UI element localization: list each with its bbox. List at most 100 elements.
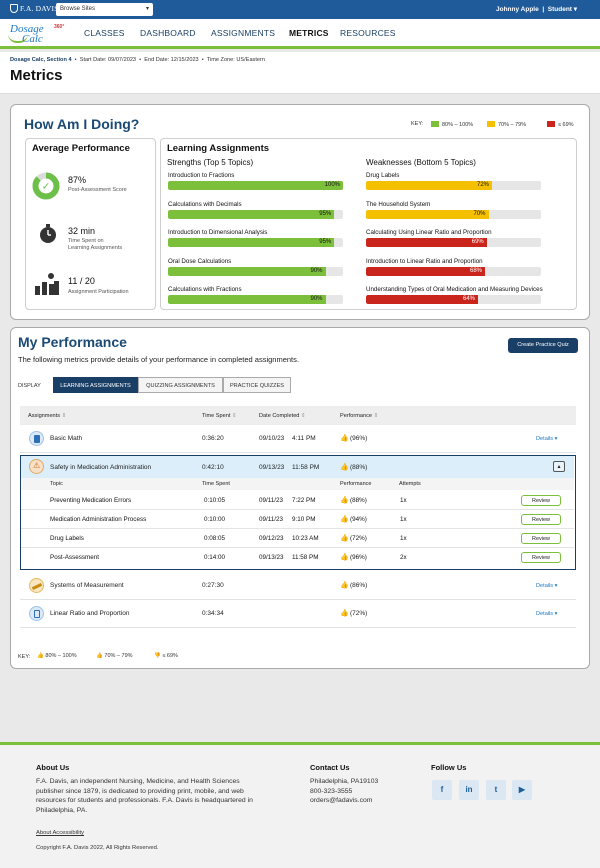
topic-label: Drug Labels (366, 172, 400, 179)
topic-bar-track: 95% (168, 209, 343, 219)
assignment-row-linear-ratio[interactable]: Linear Ratio and Proportion 0:34:34 👍 (7… (20, 600, 576, 628)
col-attempts: Attempts (399, 481, 421, 487)
strengths-title: Strengths (Top 5 Topics) (167, 158, 254, 167)
thumbs-up-yellow-icon: 👍 (96, 653, 103, 659)
assignment-name: Linear Ratio and Proportion (50, 610, 130, 617)
col-topic-performance: Performance (340, 481, 372, 487)
yellow-swatch (487, 121, 495, 127)
twitter-icon[interactable]: t (486, 780, 506, 800)
perf-key-red-label: ≤ 69% (162, 653, 178, 659)
topic-row: Preventing Medication Errors 0:10:05 09/11… (21, 491, 574, 510)
perf-key-green: 👍 80% – 100% (37, 653, 77, 659)
col-time-spent[interactable]: Time Spent ⇕ (202, 413, 237, 419)
topic-bar-fill: 70% (366, 209, 489, 219)
review-button[interactable]: Review (521, 495, 561, 506)
about-line: F.A. Davis, an independent Nursing, Medi… (36, 778, 240, 785)
tab-quizzing-assignments[interactable]: QUIZZING ASSIGNMENTS (138, 377, 223, 393)
sort-icon: ⇕ (231, 413, 237, 419)
assignment-performance: (88%) (350, 464, 368, 471)
topic-clock: 7:22 PM (292, 497, 316, 504)
topic-bar-fill: 68% (366, 266, 485, 276)
assignment-row-systems[interactable]: Systems of Measurement 0:27:30 👍 (86%) D… (20, 572, 576, 600)
topic-bar-fill: 90% (168, 295, 326, 304)
tab-practice-quizzes[interactable]: PRACTICE QUIZZES (223, 377, 291, 393)
key-label: KEY: (411, 121, 424, 127)
facebook-icon[interactable]: f (432, 780, 452, 800)
assignment-date: 09/13/23 (259, 464, 285, 471)
review-button[interactable]: Review (521, 552, 561, 563)
topic-bar-track: 90% (168, 266, 343, 276)
green-swatch (431, 121, 439, 127)
create-practice-quiz-button[interactable]: Create Practice Quiz (508, 338, 578, 353)
topic-date: 09/11/23 (259, 516, 284, 523)
topic-bar-value: 90% (310, 267, 323, 274)
contact-address: Philadelphia, PA19103 (310, 778, 379, 785)
assignment-performance: (86%) (350, 582, 368, 589)
participation-value: 11 / 20 (68, 276, 95, 286)
assignment-row-safety[interactable]: ⚠ Safety in Medication Administration 0:… (21, 456, 574, 478)
perf-key-green-label: 80% – 100% (45, 653, 77, 659)
thumbs-up-icon: 👍 (340, 497, 349, 504)
topic-label: Oral Dose Calculations (168, 257, 232, 265)
topic-bar-value: 100% (324, 182, 340, 188)
details-link[interactable]: Details ▾ (536, 611, 557, 617)
col-topic-time: Time Spent (202, 481, 230, 487)
topic-performance: (96%) (350, 554, 367, 561)
footer: About Us F.A. Davis, an independent Nurs… (0, 742, 600, 868)
topic-performance: (88%) (350, 497, 367, 504)
topic-bar-fill: 69% (366, 238, 487, 247)
assignment-time: 0:27:30 (202, 582, 224, 589)
collapse-button[interactable]: ▴ (553, 461, 565, 472)
thumbs-up-icon: 👍 (340, 435, 349, 442)
topic-label: The Household System (366, 200, 431, 208)
topic-performance: (94%) (350, 516, 367, 523)
topic-bar-value: 68% (469, 267, 482, 274)
weaknesses-title: Weaknesses (Bottom 5 Topics) (366, 158, 476, 167)
nav-dashboard[interactable]: DASHBOARD (140, 28, 196, 38)
browse-sites-select[interactable]: Browse Sites ▾ (56, 3, 153, 16)
review-button[interactable]: Review (521, 533, 561, 544)
topic-label: Introduction to Fractions (168, 172, 235, 179)
contact-phone[interactable]: 800-323-3555 (310, 787, 378, 797)
details-link[interactable]: Details ▾ (536, 436, 557, 442)
sort-icon: ⇕ (61, 413, 67, 419)
perf-key-yellow-label: 70% – 79% (104, 653, 133, 659)
topic-bar-track: 100% (168, 181, 343, 190)
accessibility-link[interactable]: About Accessibility (36, 830, 84, 836)
key-green: 80% – 100% (431, 121, 473, 128)
topic-bar-value: 72% (476, 182, 489, 188)
nav-metrics[interactable]: METRICS (289, 28, 329, 38)
topic-bar-value: 95% (319, 239, 332, 245)
nav-assignments[interactable]: ASSIGNMENTS (211, 28, 275, 38)
dosage-calc-logo[interactable]: Dosage Calc 360° (8, 22, 66, 46)
topic-name: Medication Administration Process (50, 516, 147, 523)
topic-time: 0:10:00 (204, 516, 226, 523)
contact-email[interactable]: orders@fadavis.com (310, 796, 378, 806)
my-performance-description: The following metrics provide details of… (18, 355, 299, 364)
time-zone: Time Zone: US/Eastern (206, 57, 265, 63)
contact-info: Philadelphia, PA19103 800-323-3555 order… (310, 777, 378, 806)
review-button[interactable]: Review (521, 514, 561, 525)
col-performance[interactable]: Performance ⇕ (340, 413, 378, 419)
measurement-icon (29, 578, 44, 593)
linkedin-icon[interactable]: in (459, 780, 479, 800)
youtube-icon[interactable]: ▶ (512, 780, 532, 800)
copyright: Copyright F.A. Davis 2022, All Rights Re… (36, 845, 159, 851)
average-performance-title: Average Performance (32, 143, 130, 154)
col-assignments[interactable]: Assignments ⇕ (28, 413, 66, 419)
details-link[interactable]: Details ▾ (536, 583, 557, 589)
post-assessment-label: Post-Assessment Score (68, 187, 127, 193)
assignment-row-basic-math[interactable]: Basic Math 0:36:20 09/10/23 4:11 PM 👍 (9… (20, 425, 576, 453)
col-date-completed[interactable]: Date Completed ⇕ (259, 413, 306, 419)
topic-clock: 10:23 AM (292, 535, 319, 542)
assignment-name: Systems of Measurement (50, 582, 124, 589)
tab-learning-assignments[interactable]: LEARNING ASSIGNMENTS (53, 377, 138, 393)
perf-key-label: KEY: (18, 654, 31, 660)
nav-resources[interactable]: RESOURCES (340, 28, 396, 38)
follow-title: Follow Us (431, 763, 467, 772)
assignment-name: Safety in Medication Administration (50, 464, 152, 471)
user-menu[interactable]: Johnny Apple | Student ▾ (496, 5, 577, 13)
nav-classes[interactable]: CLASSES (84, 28, 125, 38)
col-assignments-label: Assignments (28, 413, 61, 419)
fa-davis-logo[interactable]: F.A. DAVIS (10, 4, 59, 13)
